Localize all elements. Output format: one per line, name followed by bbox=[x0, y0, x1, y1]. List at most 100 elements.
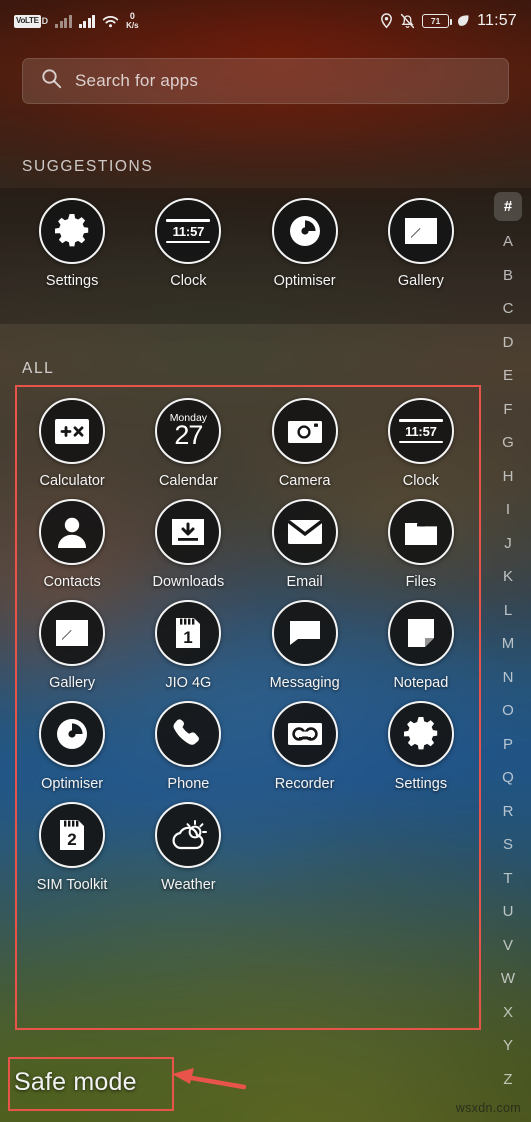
app-label: Settings bbox=[45, 273, 99, 289]
app-sim-toolkit[interactable]: 2 SIM Toolkit bbox=[14, 800, 130, 893]
app-messaging[interactable]: Messaging bbox=[247, 598, 363, 691]
sim-card-icon[interactable]: 2 bbox=[39, 802, 106, 868]
alpha-index-r[interactable]: R bbox=[489, 795, 527, 829]
alpha-index-w[interactable]: W bbox=[489, 962, 527, 996]
optimiser-icon[interactable] bbox=[39, 701, 106, 767]
gear-icon[interactable] bbox=[39, 198, 106, 264]
alpha-index-d[interactable]: D bbox=[489, 326, 527, 360]
app-label: Notepad bbox=[393, 675, 449, 691]
alpha-index-q[interactable]: Q bbox=[489, 761, 527, 795]
note-icon[interactable] bbox=[387, 600, 454, 666]
app-recorder[interactable]: Recorder bbox=[247, 699, 363, 792]
alpha-index-y[interactable]: Y bbox=[489, 1029, 527, 1063]
app-phone[interactable]: Phone bbox=[130, 699, 246, 792]
app-camera[interactable]: Camera bbox=[247, 396, 363, 489]
all-section-title: ALL bbox=[22, 360, 55, 377]
app-clock[interactable]: 11:57 Clock bbox=[363, 396, 479, 489]
battery-icon: 71 bbox=[422, 14, 453, 28]
alpha-index-h[interactable]: H bbox=[489, 460, 527, 494]
app-email[interactable]: Email bbox=[247, 497, 363, 590]
alpha-index-t[interactable]: T bbox=[489, 862, 527, 896]
alpha-index-u[interactable]: U bbox=[489, 895, 527, 929]
phone-screen: VoLTE D 0 K/s 71 11:57 Search for apps S… bbox=[0, 0, 531, 1122]
optimiser-icon[interactable] bbox=[271, 198, 338, 264]
app-files[interactable]: Files bbox=[363, 497, 479, 590]
alpha-index-k[interactable]: K bbox=[489, 560, 527, 594]
app-label: Messaging bbox=[269, 675, 340, 691]
clock-icon[interactable]: 11:57 bbox=[387, 398, 454, 464]
app-weather[interactable]: Weather bbox=[130, 800, 246, 893]
svg-text:2: 2 bbox=[67, 830, 76, 849]
alpha-index-c[interactable]: C bbox=[489, 292, 527, 326]
message-bubble-icon[interactable] bbox=[271, 600, 338, 666]
clock-icon[interactable]: 11:57 bbox=[155, 198, 222, 264]
camera-icon[interactable] bbox=[271, 398, 338, 464]
app-label: Contacts bbox=[43, 574, 101, 590]
alpha-index-a[interactable]: A bbox=[489, 225, 527, 259]
app-label: Downloads bbox=[152, 574, 225, 590]
alpha-index-x[interactable]: X bbox=[489, 996, 527, 1030]
alpha-index-z[interactable]: Z bbox=[489, 1063, 527, 1097]
alpha-index-l[interactable]: L bbox=[489, 594, 527, 628]
search-bar[interactable]: Search for apps bbox=[22, 58, 509, 104]
network-speed-icon: 0 K/s bbox=[126, 12, 138, 30]
watermark: wsxdn.com bbox=[455, 1101, 521, 1115]
calendar-icon[interactable]: Monday 27 bbox=[155, 398, 222, 464]
search-input[interactable]: Search for apps bbox=[75, 71, 198, 91]
sun-cloud-icon[interactable] bbox=[155, 802, 222, 868]
alpha-index-e[interactable]: E bbox=[489, 359, 527, 393]
battery-level-text: 71 bbox=[430, 16, 441, 26]
suggestion-app-settings[interactable]: Settings bbox=[14, 196, 130, 289]
download-icon[interactable] bbox=[155, 499, 222, 565]
volte-sub-label: D bbox=[41, 16, 49, 26]
app-notepad[interactable]: Notepad bbox=[363, 598, 479, 691]
gear-icon[interactable] bbox=[387, 701, 454, 767]
alpha-index-p[interactable]: P bbox=[489, 728, 527, 762]
alpha-index-hash[interactable]: # bbox=[494, 192, 522, 221]
alpha-index-j[interactable]: J bbox=[489, 527, 527, 561]
envelope-icon[interactable] bbox=[271, 499, 338, 565]
wifi-icon bbox=[102, 15, 119, 28]
alpha-index-b[interactable]: B bbox=[489, 259, 527, 293]
alpha-index-o[interactable]: O bbox=[489, 694, 527, 728]
suggestion-app-optimiser[interactable]: Optimiser bbox=[247, 196, 363, 289]
phone-handset-icon[interactable] bbox=[155, 701, 222, 767]
app-label: Optimiser bbox=[273, 273, 336, 289]
suggestion-app-clock[interactable]: 11:57 Clock bbox=[130, 196, 246, 289]
contacts-icon[interactable] bbox=[39, 499, 106, 565]
alpha-index-f[interactable]: F bbox=[489, 393, 527, 427]
leaf-power-save-icon bbox=[456, 14, 470, 28]
alpha-index-m[interactable]: M bbox=[489, 627, 527, 661]
suggestion-app-gallery[interactable]: Gallery bbox=[363, 196, 479, 289]
app-label: Calendar bbox=[158, 473, 218, 489]
sim-card-icon[interactable]: 1 bbox=[155, 600, 222, 666]
app-label: Clock bbox=[170, 273, 207, 289]
app-contacts[interactable]: Contacts bbox=[14, 497, 130, 590]
app-optimiser[interactable]: Optimiser bbox=[14, 699, 130, 792]
alpha-index-i[interactable]: I bbox=[489, 493, 527, 527]
app-label: Gallery bbox=[49, 675, 96, 691]
alpha-index-s[interactable]: S bbox=[489, 828, 527, 862]
folder-icon[interactable] bbox=[387, 499, 454, 565]
gallery-icon[interactable] bbox=[39, 600, 106, 666]
app-calculator[interactable]: Calculator bbox=[14, 396, 130, 489]
alpha-index-g[interactable]: G bbox=[489, 426, 527, 460]
status-bar-clock: 11:57 bbox=[477, 12, 517, 29]
cassette-tape-icon[interactable] bbox=[271, 701, 338, 767]
app-downloads[interactable]: Downloads bbox=[130, 497, 246, 590]
alpha-index-v[interactable]: V bbox=[489, 929, 527, 963]
app-label: Weather bbox=[161, 877, 216, 893]
alpha-index-n[interactable]: N bbox=[489, 661, 527, 695]
app-jio-4g[interactable]: 1 JIO 4G bbox=[130, 598, 246, 691]
signal-bars-icon-sim2 bbox=[78, 14, 96, 28]
app-label: Recorder bbox=[274, 776, 335, 792]
network-speed-value: 0 bbox=[129, 11, 135, 21]
calculator-icon[interactable] bbox=[39, 398, 106, 464]
app-gallery[interactable]: Gallery bbox=[14, 598, 130, 691]
suggestions-app-grid: Settings 11:57 Clock Optimiser Gallery bbox=[14, 196, 479, 289]
app-settings[interactable]: Settings bbox=[363, 699, 479, 792]
app-calendar[interactable]: Monday 27 Calendar bbox=[130, 396, 246, 489]
alphabet-index[interactable]: # A B C D E F G H I J K L M N O P Q R S T U V W X Y Z bbox=[489, 192, 527, 1096]
gallery-icon[interactable] bbox=[387, 198, 454, 264]
app-label: Settings bbox=[394, 776, 448, 792]
